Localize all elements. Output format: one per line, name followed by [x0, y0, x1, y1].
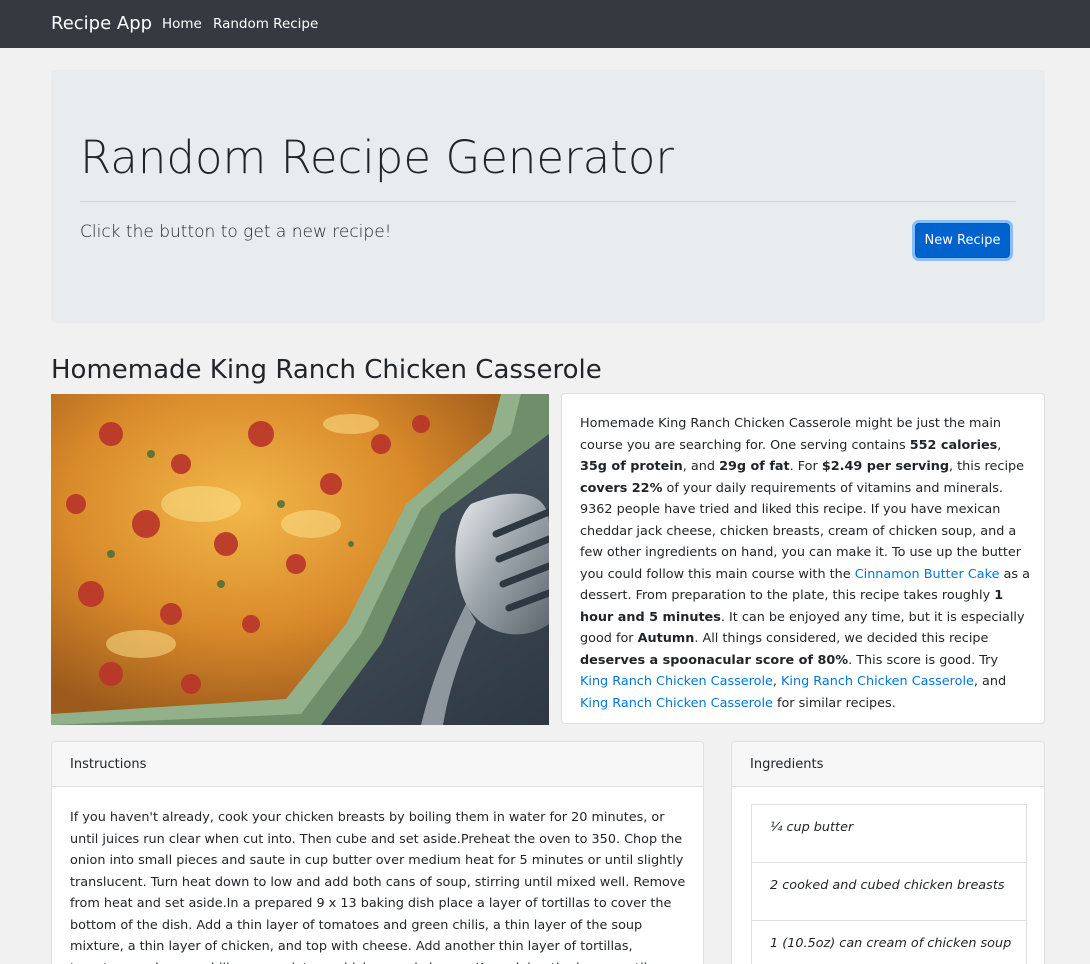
summary-card: Homemade King Ranch Chicken Casserole mi… — [561, 393, 1045, 724]
instructions-header: Instructions — [52, 742, 703, 787]
jumbotron: Random Recipe Generator Click the button… — [51, 70, 1045, 323]
ingredient-item: 1 (10.5oz) can cream of chicken soup — [751, 920, 1027, 964]
similar-recipe-link[interactable]: Cinnamon Butter Cake — [855, 567, 1000, 582]
summary-highlight: Autumn — [637, 631, 695, 646]
recipe-title: Homemade King Ranch Chicken Casserole — [51, 355, 602, 385]
page-title: Random Recipe Generator — [80, 131, 674, 184]
navbar: Recipe App Home Random Recipe — [0, 0, 1090, 48]
summary-highlight: 1 hour and 5 minutes — [580, 588, 1004, 625]
ingredients-card: Ingredients ¼ cup butter 2 cooked and cu… — [731, 741, 1045, 964]
nav-link-home[interactable]: Home — [162, 15, 202, 33]
summary-highlight: $2.49 per serving — [821, 459, 949, 474]
new-recipe-button[interactable]: New Recipe — [915, 223, 1010, 258]
nav-link-random-recipe[interactable]: Random Recipe — [213, 15, 318, 33]
similar-recipe-link[interactable]: King Ranch Chicken Casserole — [580, 696, 773, 711]
ingredient-item: ¼ cup butter — [751, 804, 1027, 863]
summary-highlight: 552 calories — [909, 437, 998, 453]
divider — [80, 201, 1016, 202]
brand-link[interactable]: Recipe App — [51, 12, 152, 36]
ingredient-item: 2 cooked and cubed chicken breasts — [751, 862, 1027, 921]
recipe-summary: Homemade King Ranch Chicken Casserole mi… — [580, 416, 1030, 711]
summary-highlight: covers 22% — [580, 480, 663, 496]
instructions-text: If you haven't already, cook your chicke… — [70, 810, 686, 964]
summary-highlight: deserves a spoonacular score of 80% — [580, 652, 849, 668]
casserole-photo — [51, 394, 549, 725]
ingredients-header: Ingredients — [732, 742, 1044, 787]
ingredients-list: ¼ cup butter 2 cooked and cubed chicken … — [751, 804, 1027, 964]
lead-text: Click the button to get a new recipe! — [80, 222, 392, 242]
similar-recipe-link[interactable]: King Ranch Chicken Casserole — [580, 674, 773, 689]
similar-recipe-link[interactable]: King Ranch Chicken Casserole — [781, 674, 974, 689]
summary-highlight: 29g of fat — [719, 459, 790, 474]
summary-highlight: 35g of protein — [580, 459, 683, 474]
instructions-card: Instructions If you haven't already, coo… — [51, 741, 704, 964]
recipe-image — [51, 394, 549, 725]
